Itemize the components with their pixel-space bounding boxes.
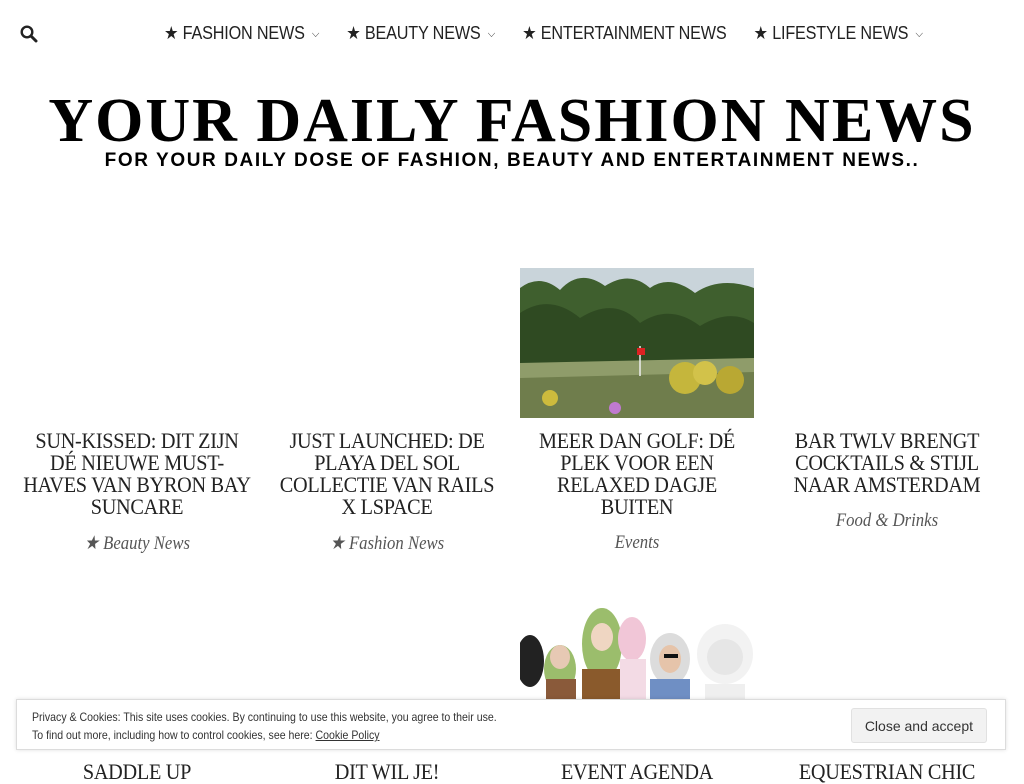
chevron-down-icon: ⌵ [915, 27, 924, 40]
site-tagline: FOR YOUR DAILY DOSE OF FASHION, BEAUTY A… [104, 150, 920, 171]
post-category[interactable]: ★ Beauty News [27, 532, 247, 555]
close-and-accept-button[interactable]: Close and accept [850, 708, 987, 743]
post-thumbnail[interactable] [770, 268, 1004, 418]
post-card: EVENT AGENDA [512, 599, 762, 783]
post-card: SADDLE UP [12, 599, 262, 783]
cookie-banner: Privacy & Cookies: This site uses cookie… [16, 699, 1006, 750]
post-card: BAR TWLV BRENGT COCKTAILS & STIJL NAAR A… [762, 268, 1012, 532]
site-title[interactable]: YOUR DAILY FASHION NEWS [0, 88, 1024, 154]
golf-course-image [520, 268, 754, 418]
post-title[interactable]: DIT WIL JE! [272, 761, 502, 783]
post-title[interactable]: EQUESTRIAN CHIC [772, 761, 1002, 783]
nav-item-label: ★ LIFESTYLE NEWS [753, 22, 909, 43]
cookie-notice-more: To find out more, including how to contr… [32, 728, 313, 742]
chevron-down-icon: ⌵ [487, 27, 496, 40]
post-title[interactable]: JUST LAUNCHED: DE PLAYA DEL SOL COLLECTI… [272, 430, 502, 518]
nav-item-label: ★ BEAUTY NEWS [346, 22, 481, 43]
nav-item-lifestyle-news[interactable]: ★ LIFESTYLE NEWS ⌵ [754, 23, 923, 44]
nav-item-label: ★ FASHION NEWS [164, 22, 305, 43]
post-card: MEER DAN GOLF: DÉ PLEK VOOR EEN RELAXED … [512, 268, 762, 554]
post-category[interactable]: Food & Drinks [777, 510, 997, 532]
search-icon[interactable] [20, 25, 38, 43]
post-title[interactable]: SADDLE UP [22, 761, 252, 783]
nav-item-beauty-news[interactable]: ★ BEAUTY NEWS ⌵ [346, 23, 495, 44]
post-title[interactable]: BAR TWLV BRENGT COCKTAILS & STIJL NAAR A… [772, 430, 1002, 496]
site-header: YOUR DAILY FASHION NEWS FOR YOUR DAILY D… [0, 88, 1024, 172]
post-card: SUN-KISSED: DIT ZIJN DÉ NIEUWE MUST-HAVE… [12, 268, 262, 555]
post-category[interactable]: Events [527, 532, 747, 554]
main-navigation: ★ FASHION NEWS ⌵ ★ BEAUTY NEWS ⌵ ★ ENTER… [164, 18, 950, 48]
post-category[interactable]: ★ Fashion News [277, 532, 497, 555]
nav-item-label: ★ ENTERTAINMENT NEWS [522, 22, 727, 43]
cookie-policy-link[interactable]: Cookie Policy [316, 728, 380, 742]
cookie-notice-line: Privacy & Cookies: This site uses cookie… [32, 710, 497, 724]
chevron-down-icon: ⌵ [311, 27, 320, 40]
nav-item-fashion-news[interactable]: ★ FASHION NEWS ⌵ [164, 23, 319, 44]
post-title[interactable]: MEER DAN GOLF: DÉ PLEK VOOR EEN RELAXED … [522, 430, 752, 518]
nav-item-entertainment-news[interactable]: ★ ENTERTAINMENT NEWS [522, 22, 727, 44]
post-card: JUST LAUNCHED: DE PLAYA DEL SOL COLLECTI… [262, 268, 512, 555]
post-title[interactable]: EVENT AGENDA [522, 761, 752, 783]
post-thumbnail[interactable] [20, 268, 254, 418]
post-card: EQUESTRIAN CHIC [762, 599, 1012, 783]
post-card: DIT WIL JE! [262, 599, 512, 783]
cookie-notice-line: To find out more, including how to contr… [32, 726, 497, 744]
cookie-notice-text: Privacy & Cookies: This site uses cookie… [32, 708, 497, 744]
post-thumbnail[interactable] [270, 268, 504, 418]
post-thumbnail[interactable] [520, 268, 754, 418]
post-title[interactable]: SUN-KISSED: DIT ZIJN DÉ NIEUWE MUST-HAVE… [22, 430, 252, 518]
